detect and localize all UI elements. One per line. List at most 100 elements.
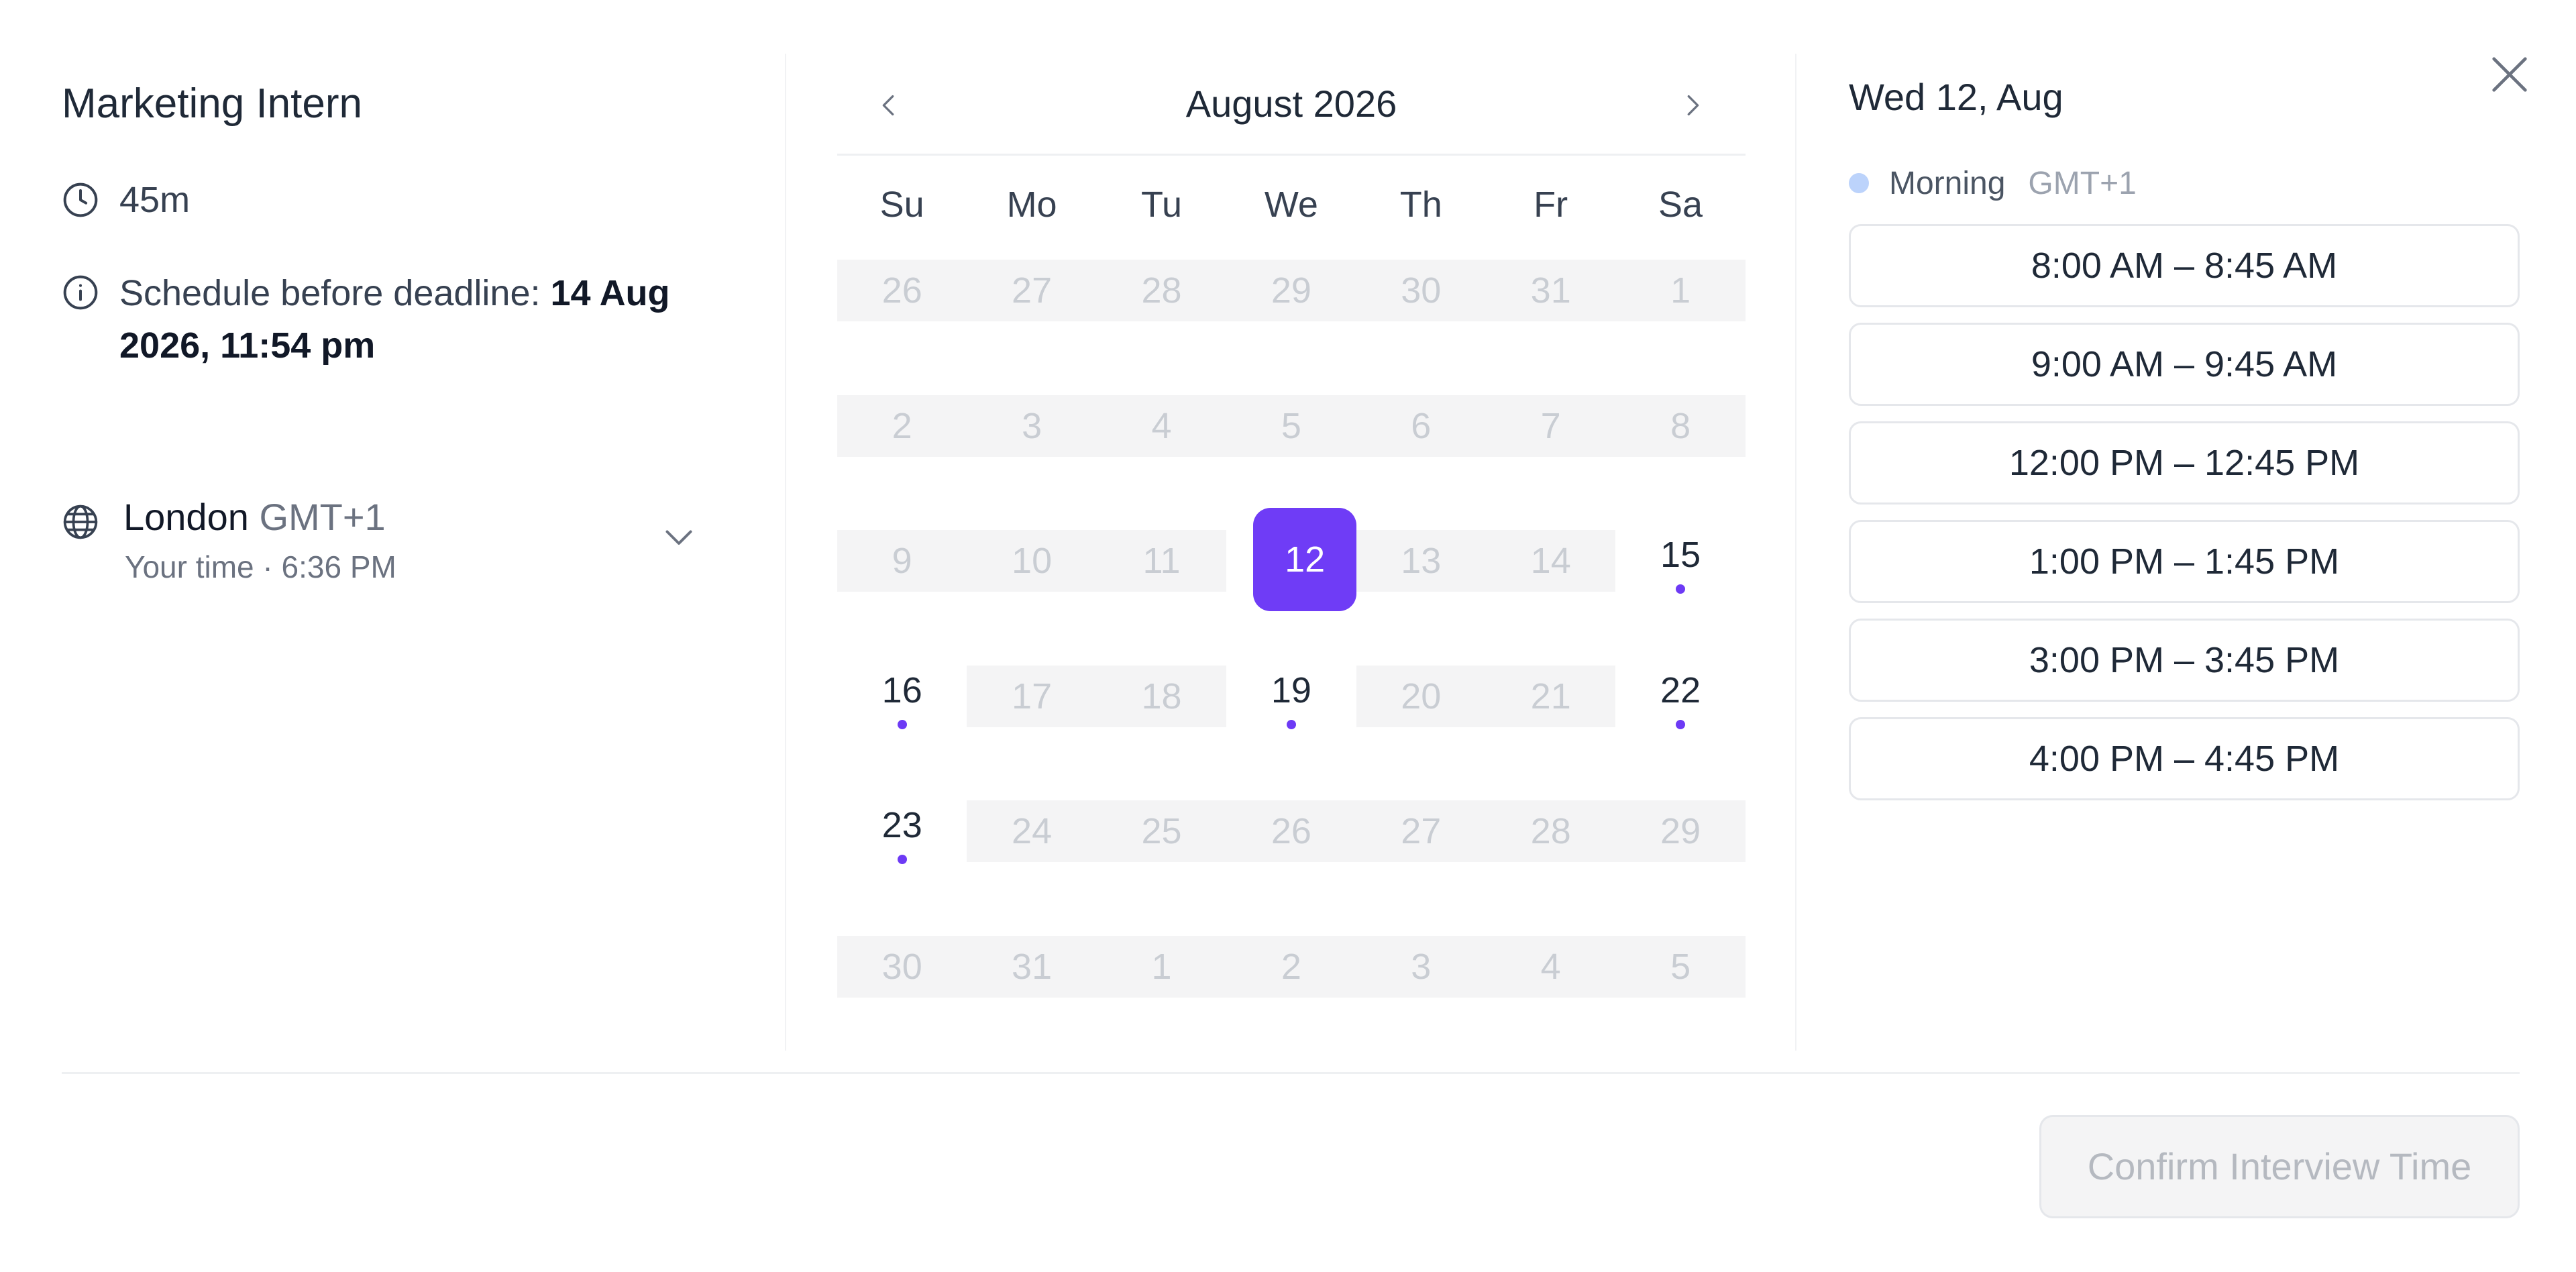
deadline-row: Schedule before deadline: 14 Aug 2026, 1… [62,273,763,372]
deadline-text: Schedule before deadline: 14 Aug 2026, 1… [119,267,763,372]
day-number: 6 [1411,405,1432,446]
day-number: 26 [881,270,922,311]
day-number: 23 [881,805,922,845]
calendar-day-disabled: 24 [967,796,1097,903]
calendar-day-disabled: 29 [1226,255,1356,362]
day-number: 30 [881,946,922,987]
calendar-day-disabled: 29 [1615,796,1746,903]
day-number: 4 [1540,946,1561,987]
day-number: 3 [1022,405,1042,446]
period-label: Morning GMT+1 [1849,160,2137,207]
calendar-day-disabled: 31 [1486,255,1616,362]
calendar-day-disabled: 30 [1356,255,1486,362]
day-number: 12 [1285,539,1326,580]
calendar-day-available[interactable]: 16 [837,661,967,768]
calendar-day-disabled: 4 [1486,931,1616,1039]
calendar-week-row: 2 3 4 5 6 7 8 [837,390,1746,498]
calendar-day-disabled: 8 [1615,390,1746,498]
confirm-interview-button[interactable]: Confirm Interview Time [2039,1115,2520,1218]
calendar-day-disabled: 4 [1096,390,1227,498]
day-number: 2 [1281,946,1301,987]
day-number: 7 [1540,405,1561,446]
chevron-right-icon [1687,95,1699,116]
availability-dot [1286,719,1296,729]
period-dot [1849,173,1869,193]
schedule-interview-modal: Marketing Intern 45m Schedule before dea… [0,0,2576,1272]
footer-divider [62,1072,2520,1074]
calendar-day-disabled: 13 [1356,525,1486,633]
weekday-label: Su [879,184,924,225]
calendar-day-disabled: 26 [837,255,967,362]
day-number: 24 [1012,811,1053,851]
calendar-day-disabled: 25 [1096,796,1227,903]
day-number: 8 [1670,405,1691,446]
day-number: 26 [1271,811,1311,851]
day-number: 28 [1530,811,1571,851]
time-slot-button[interactable]: 1:00 PM – 1:45 PM [1849,520,2520,603]
day-number: 1 [1670,270,1691,311]
day-number: 28 [1141,270,1182,311]
calendar-day-disabled: 1 [1096,931,1227,1039]
time-slot-button[interactable]: 3:00 PM – 3:45 PM [1849,619,2520,702]
calendar-day-disabled: 30 [837,931,967,1039]
day-number: 13 [1401,541,1442,581]
calendar-day-disabled: 17 [967,661,1097,768]
divider-right [1795,54,1796,1051]
day-number: 31 [1012,946,1053,987]
calendar-day-disabled: 31 [967,931,1097,1039]
day-number: 11 [1142,541,1181,581]
day-number: 4 [1151,405,1172,446]
calendar-day-disabled: 1 [1615,255,1746,362]
calendar-day-disabled: 27 [1356,796,1486,903]
calendar-day-disabled: 28 [1096,255,1227,362]
weekday-label: Tu [1140,184,1182,225]
calendar-day-disabled: 11 [1096,525,1227,633]
calendar-day-disabled: 21 [1486,661,1616,768]
timezone-selector[interactable]: London GMT+1 Your time · 6:36 PM [62,441,733,584]
clock-icon [63,182,98,217]
calendar-day-disabled: 5 [1226,390,1356,498]
close-icon[interactable] [2486,51,2533,98]
deadline-label: Schedule before deadline: [119,273,551,313]
job-title: Marketing Intern [62,81,362,127]
day-number: 16 [881,670,922,710]
calendar-day-available[interactable]: 23 [837,796,967,903]
weekday-label: Fr [1534,184,1568,225]
chevron-down-icon[interactable] [659,517,699,557]
calendar-week-row: 16 17 18 19 20 21 22 [837,661,1746,768]
duration-row: 45m [62,181,190,219]
calendar-day-selected[interactable]: 12 [1226,508,1357,633]
time-slot-button[interactable]: 9:00 AM – 9:45 AM [1849,323,2520,406]
time-slot-button[interactable]: 12:00 PM – 12:45 PM [1849,421,2520,505]
time-slot-button[interactable]: 4:00 PM – 4:45 PM [1849,717,2520,800]
calendar-day-disabled: 9 [837,525,967,633]
calendar-day-disabled: 3 [1356,931,1486,1039]
day-number: 17 [1012,676,1053,717]
calendar-day-disabled: 2 [1226,931,1356,1039]
next-month-button[interactable] [1669,82,1716,129]
calendar-day-available[interactable]: 22 [1615,661,1745,768]
day-number: 1 [1151,946,1172,987]
time-slot-button[interactable]: 8:00 AM – 8:45 AM [1849,224,2520,307]
day-number: 31 [1530,270,1571,311]
calendar-day-available[interactable]: 15 [1615,525,1745,633]
day-number: 19 [1271,670,1311,710]
calendar-day-available[interactable]: 19 [1226,661,1356,768]
day-number: 21 [1530,676,1571,717]
calendar-week-row: 9 10 11 12 13 14 15 [837,508,1746,633]
day-number: 9 [892,541,912,581]
day-number: 10 [1012,541,1053,581]
duration-value: 45m [119,180,191,220]
calendar-day-disabled: 20 [1356,661,1486,768]
calendar-day-disabled: 28 [1486,796,1616,903]
day-number: 5 [1670,946,1691,987]
globe-icon [63,505,98,539]
weekday-label: Mo [1006,184,1057,225]
day-number: 25 [1141,811,1182,851]
weekday-label: Sa [1658,184,1703,225]
calendar-day-disabled: 2 [837,390,967,498]
day-number: 14 [1530,541,1571,581]
weekday-label: We [1264,184,1318,225]
timezone-name: London GMT+1 [123,494,386,541]
calendar-day-disabled: 10 [967,525,1097,633]
